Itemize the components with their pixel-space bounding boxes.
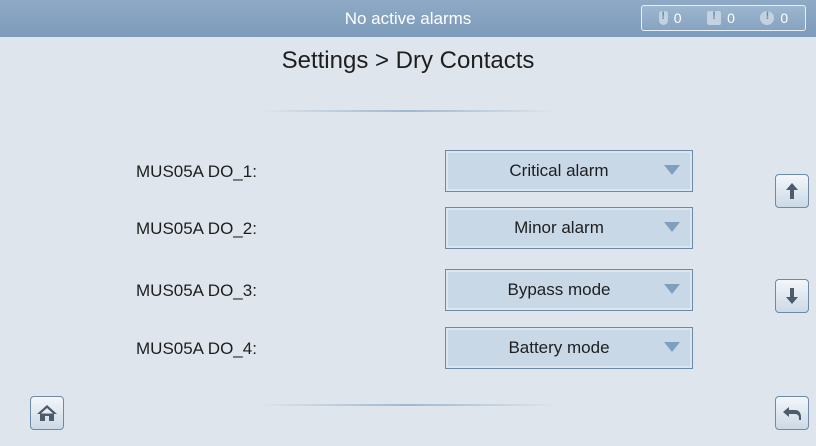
arrow-down-icon [786, 288, 798, 304]
minor-alarm-count: 0 [760, 10, 788, 26]
dropdown-value-do4: Battery mode [508, 338, 610, 357]
home-button[interactable] [30, 396, 64, 430]
dropdown-do4[interactable]: Battery mode [445, 327, 693, 369]
back-button[interactable] [775, 396, 809, 430]
minor-alarm-count-value: 0 [780, 10, 789, 26]
page-title: Settings > Dry Contacts [281, 47, 535, 74]
caret-down-icon [664, 222, 680, 232]
major-alarm-icon [707, 10, 722, 25]
row-label-do2: MUS05A DO_2: [136, 219, 257, 238]
caret-down-icon [664, 284, 680, 294]
dropdown-do3[interactable]: Bypass mode [445, 269, 693, 311]
home-icon [37, 405, 57, 421]
critical-alarm-count-value: 0 [673, 10, 682, 26]
row-label-do3: MUS05A DO_3: [136, 281, 257, 300]
major-alarm-count: 0 [707, 10, 735, 26]
dropdown-value-do3: Bypass mode [507, 280, 611, 299]
row-label-do4: MUS05A DO_4: [136, 339, 257, 358]
title-divider [258, 110, 558, 112]
dropdown-do1[interactable]: Critical alarm [445, 150, 693, 192]
minor-alarm-icon [760, 10, 775, 25]
caret-down-icon [664, 342, 680, 352]
footer-divider [258, 404, 558, 406]
dropdown-do2[interactable]: Minor alarm [445, 207, 693, 249]
scroll-down-button[interactable] [775, 279, 809, 313]
dropdown-value-do2: Minor alarm [514, 218, 604, 237]
row-label-do1: MUS05A DO_1: [136, 162, 257, 181]
dropdown-value-do1: Critical alarm [509, 161, 609, 180]
back-arrow-icon [783, 407, 801, 420]
status-bar: No active alarms 0 0 0 [0, 0, 816, 37]
alarm-counter-panel[interactable]: 0 0 0 [641, 5, 806, 31]
critical-alarm-count: 0 [658, 10, 682, 26]
arrow-up-icon [786, 183, 798, 199]
major-alarm-count-value: 0 [727, 10, 735, 26]
caret-down-icon [664, 165, 680, 175]
scroll-up-button[interactable] [775, 174, 809, 208]
critical-alarm-icon [658, 10, 668, 25]
